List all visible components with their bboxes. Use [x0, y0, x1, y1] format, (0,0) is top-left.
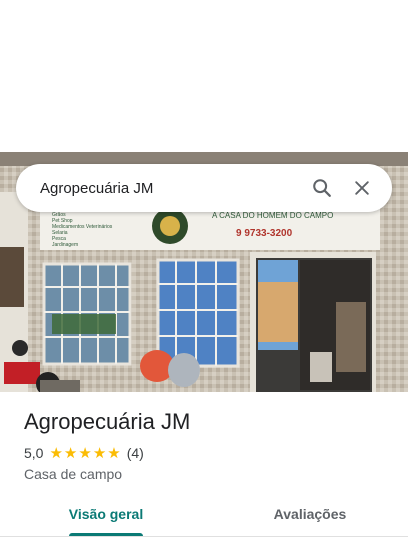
search-input[interactable]: Agropecuária JM — [40, 180, 302, 197]
tab-reviews-label: Avaliações — [273, 506, 347, 522]
rating-row[interactable]: 5,0 ★ ★ ★ ★ ★ (4) — [24, 444, 392, 462]
place-tabs: Visão geral Avaliações — [0, 496, 408, 536]
place-info: Agropecuária JM 5,0 ★ ★ ★ ★ ★ (4) Casa d… — [24, 408, 392, 482]
tab-overview[interactable]: Visão geral — [0, 496, 212, 536]
close-icon — [355, 181, 369, 195]
sign-phone: 9 9733-3200 — [236, 228, 293, 239]
place-title: Agropecuária JM — [24, 409, 191, 434]
tab-reviews[interactable]: Avaliações — [212, 496, 408, 536]
star-rating: ★ ★ ★ ★ ★ — [49, 446, 120, 461]
place-category: Casa de campo — [24, 466, 123, 482]
star-icon: ★ — [78, 444, 92, 462]
tabs-divider — [0, 536, 408, 537]
search-bar[interactable]: Agropecuária JM — [16, 164, 392, 212]
sign-tagline: A CASA DO HOMEM DO CAMPO — [212, 211, 333, 220]
star-icon: ★ — [92, 444, 107, 462]
star-icon: ★ — [49, 444, 63, 462]
search-button[interactable] — [302, 168, 342, 208]
star-icon: ★ — [107, 444, 121, 462]
close-button[interactable] — [342, 168, 382, 208]
review-count[interactable]: (4) — [127, 445, 144, 461]
tab-overview-label: Visão geral — [68, 506, 144, 522]
rating-value: 5,0 — [24, 445, 44, 461]
sign-list-item: Jardinagem — [52, 242, 78, 248]
search-icon — [313, 179, 331, 197]
star-icon: ★ — [63, 444, 78, 462]
